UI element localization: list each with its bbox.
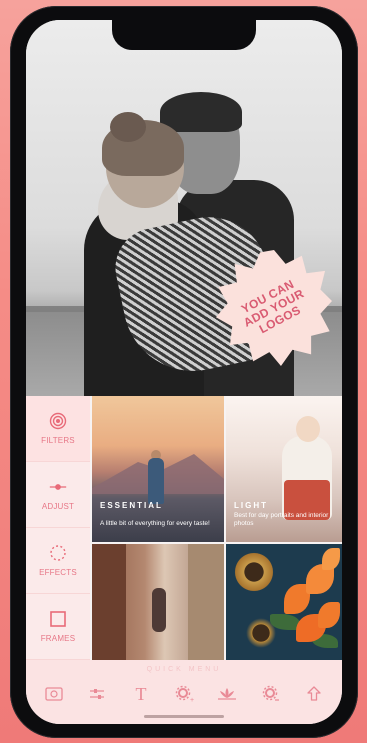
- svg-text:T: T: [135, 684, 146, 704]
- filter-card-light[interactable]: LIGHT Best for day portraits and interio…: [226, 396, 342, 542]
- card-person: [148, 458, 164, 504]
- quick-menu-label: QUICK MENU: [146, 666, 222, 673]
- tools-sidebar: FILTERS ADJUST EFFECTS FRAMES: [26, 396, 90, 660]
- tool-frames-label: FRAMES: [40, 634, 76, 643]
- card-coffee-cup: [232, 550, 276, 594]
- filter-card-essential[interactable]: ESSENTIAL A little bit of everything for…: [92, 396, 224, 542]
- tool-effects-label: EFFECTS: [39, 568, 77, 577]
- card-petal: [318, 602, 340, 628]
- photo-man-hair: [160, 92, 242, 132]
- card-alley-wall-left: [92, 544, 126, 660]
- filter-grid: ESSENTIAL A little bit of everything for…: [92, 396, 342, 660]
- tool-frames[interactable]: FRAMES: [26, 594, 90, 660]
- filter-card-subtitle: A little bit of everything for every tas…: [100, 520, 210, 527]
- card-walker: [152, 588, 166, 632]
- filter-card-alley[interactable]: [92, 544, 224, 660]
- app-screen: YOU CAN ADD YOUR LOGOS FILTERS ADJUST EF…: [26, 20, 342, 724]
- gear-plus-icon[interactable]: +: [173, 683, 195, 705]
- quick-menu-icons: T +: [26, 673, 342, 705]
- phone-frame: YOU CAN ADD YOUR LOGOS FILTERS ADJUST EF…: [10, 6, 358, 738]
- card-alley-wall-right: [188, 544, 224, 660]
- badge-text: YOU CAN ADD YOUR LOGOS: [233, 274, 315, 342]
- photo-icon[interactable]: [43, 683, 65, 705]
- tool-effects[interactable]: EFFECTS: [26, 528, 90, 594]
- tool-filters-label: FILTERS: [41, 436, 75, 445]
- card-petal: [322, 548, 340, 570]
- quick-menu: QUICK MENU T +: [26, 660, 342, 724]
- adjust-slider-icon: [49, 478, 67, 496]
- filters-icon: [49, 412, 67, 430]
- photo-canvas[interactable]: YOU CAN ADD YOUR LOGOS: [26, 20, 342, 396]
- card-girl-head: [296, 416, 320, 442]
- filter-card-title: LIGHT: [234, 501, 268, 510]
- lotus-icon[interactable]: [216, 683, 238, 705]
- sliders-icon[interactable]: [86, 683, 108, 705]
- filter-card-title: ESSENTIAL: [100, 501, 163, 510]
- tool-adjust[interactable]: ADJUST: [26, 462, 90, 528]
- phone-notch: [112, 20, 256, 50]
- effects-icon: [49, 544, 67, 562]
- tool-filters[interactable]: FILTERS: [26, 396, 90, 462]
- gear-minus-icon[interactable]: [260, 683, 282, 705]
- photo-hair-bun: [110, 112, 146, 142]
- filter-card-subtitle: Best for day portraits and interior phot…: [234, 512, 329, 527]
- text-icon[interactable]: T: [130, 683, 152, 705]
- filter-card-flowers[interactable]: [226, 544, 342, 660]
- share-icon[interactable]: [303, 683, 325, 705]
- home-indicator: [144, 715, 224, 718]
- frames-icon: [49, 610, 67, 628]
- tool-adjust-label: ADJUST: [41, 502, 75, 511]
- svg-text:+: +: [190, 697, 194, 704]
